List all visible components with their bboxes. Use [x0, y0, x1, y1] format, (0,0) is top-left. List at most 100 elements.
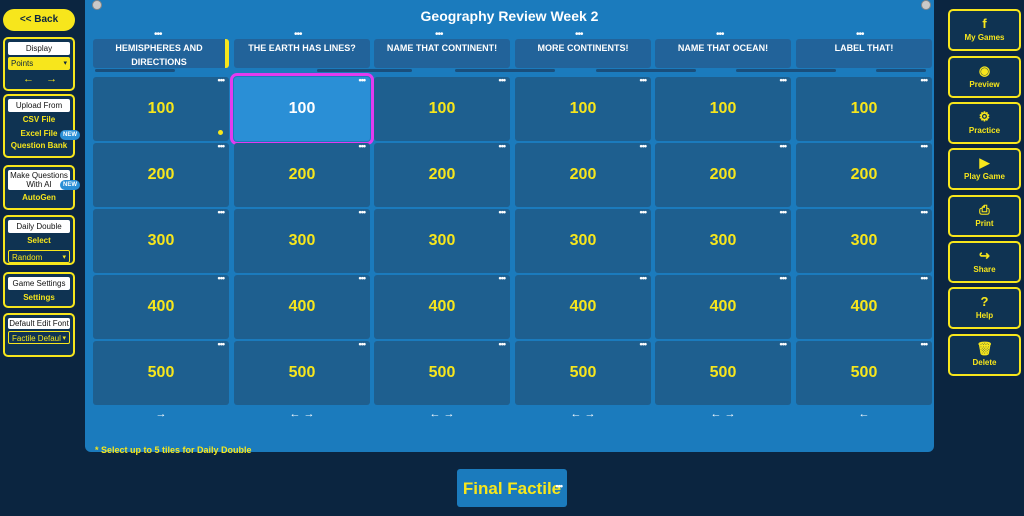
tile[interactable]: 100 •••	[655, 75, 791, 141]
more-icon[interactable]: •••	[218, 75, 226, 85]
tile[interactable]: 100 •••	[515, 75, 651, 141]
more-icon[interactable]: •••	[780, 141, 788, 151]
back-button[interactable]: << Back	[3, 9, 75, 31]
category-menu-icon[interactable]: •••	[856, 30, 864, 40]
preview-button[interactable]: ◉ Preview	[948, 56, 1021, 98]
board-title[interactable]: Geography Review Week 2	[85, 8, 934, 24]
tile[interactable]: 400 •••	[655, 273, 791, 339]
move-column-arrows[interactable]: ← →	[515, 408, 651, 420]
tile[interactable]: 400 •••	[796, 273, 932, 339]
more-icon[interactable]: •••	[499, 273, 507, 283]
more-icon[interactable]: •••	[359, 339, 367, 349]
autogen-link[interactable]: AutoGen NEW	[5, 180, 80, 205]
play-game-button[interactable]: ▶ Play Game	[948, 148, 1021, 190]
category-header[interactable]: HEMISPHERES AND DIRECTIONS	[93, 39, 229, 68]
tile[interactable]: 100 •••	[796, 75, 932, 141]
more-icon[interactable]: •••	[359, 273, 367, 283]
more-icon[interactable]: •••	[218, 141, 226, 151]
more-icon[interactable]: •••	[359, 75, 367, 85]
tile[interactable]: 500 •••	[796, 339, 932, 405]
more-icon[interactable]: •••	[780, 207, 788, 217]
more-icon[interactable]: •••	[499, 339, 507, 349]
more-icon[interactable]: •••	[640, 207, 648, 217]
settings-link[interactable]: Settings	[5, 290, 73, 305]
tile[interactable]: 400 •••	[515, 273, 651, 339]
more-icon[interactable]: •••	[499, 141, 507, 151]
category-header[interactable]: NAME THAT OCEAN!	[655, 39, 791, 68]
tile[interactable]: 200 •••	[655, 141, 791, 207]
move-column-arrows[interactable]: ← →	[234, 408, 370, 420]
move-column-arrows[interactable]: ← →	[374, 408, 510, 420]
more-icon[interactable]: •••	[359, 207, 367, 217]
tile[interactable]: 400 •••	[234, 273, 370, 339]
tile-selected[interactable]: 100 •••	[230, 73, 374, 145]
daily-double-mode-select[interactable]: Random ▾	[8, 250, 70, 263]
csv-file-link[interactable]: CSV File	[5, 112, 73, 127]
practice-button[interactable]: ⚙ Practice	[948, 102, 1021, 144]
move-column-arrows[interactable]: ← →	[655, 408, 791, 420]
tile[interactable]: 500 •••	[374, 339, 510, 405]
delete-button[interactable]: 🗑 Delete	[948, 334, 1021, 376]
more-icon[interactable]: •••	[218, 207, 226, 217]
more-icon[interactable]: •••	[640, 141, 648, 151]
more-icon[interactable]: •••	[640, 339, 648, 349]
tile[interactable]: 300 •••	[234, 207, 370, 273]
final-factile-button[interactable]: Final Factile •••	[457, 469, 567, 507]
tile[interactable]: 100 •••	[93, 75, 229, 141]
tile[interactable]: 500 •••	[515, 339, 651, 405]
more-icon[interactable]: •••	[218, 273, 226, 283]
more-icon[interactable]: •••	[780, 339, 788, 349]
move-column-arrows[interactable]: →	[93, 408, 229, 420]
tile[interactable]: 500 •••	[655, 339, 791, 405]
tile[interactable]: 200 •••	[515, 141, 651, 207]
category-menu-icon[interactable]: •••	[575, 30, 583, 40]
category-menu-icon[interactable]: •••	[294, 30, 302, 40]
category-header[interactable]: MORE CONTINENTS!	[515, 39, 651, 68]
my-games-button[interactable]: f My Games	[948, 9, 1021, 51]
tile[interactable]: 500 •••	[93, 339, 229, 405]
question-bank-link[interactable]: Question Bank NEW	[5, 130, 80, 151]
tile[interactable]: 300 •••	[796, 207, 932, 273]
more-icon[interactable]: •••	[556, 466, 564, 506]
help-button[interactable]: ? Help	[948, 287, 1021, 329]
more-icon[interactable]: •••	[921, 207, 929, 217]
more-icon[interactable]: •••	[640, 273, 648, 283]
tile[interactable]: 200 •••	[93, 141, 229, 207]
more-icon[interactable]: •••	[780, 75, 788, 85]
print-button[interactable]: ⎙ Print	[948, 195, 1021, 237]
more-icon[interactable]: •••	[921, 75, 929, 85]
tile[interactable]: 400 •••	[93, 273, 229, 339]
more-icon[interactable]: •••	[640, 75, 648, 85]
category-header[interactable]: NAME THAT CONTINENT!	[374, 39, 510, 68]
tile[interactable]: 200 •••	[374, 141, 510, 207]
share-button[interactable]: ↪ Share	[948, 241, 1021, 283]
tile[interactable]: 300 •••	[515, 207, 651, 273]
tile[interactable]: 300 •••	[655, 207, 791, 273]
daily-double-select-link[interactable]: Select	[5, 233, 73, 248]
category-menu-icon[interactable]: •••	[435, 30, 443, 40]
more-icon[interactable]: •••	[921, 141, 929, 151]
next-arrow-icon[interactable]: →	[46, 73, 57, 85]
font-select[interactable]: Factile Defaul ▾	[8, 331, 70, 344]
tile[interactable]: 300 •••	[93, 207, 229, 273]
move-column-arrows[interactable]: ←	[796, 408, 932, 420]
tile[interactable]: 400 •••	[374, 273, 510, 339]
more-icon[interactable]: •••	[218, 339, 226, 349]
tile[interactable]: 500 •••	[234, 339, 370, 405]
category-menu-icon[interactable]: •••	[154, 30, 162, 40]
category-header[interactable]: LABEL THAT!	[796, 39, 932, 68]
more-icon[interactable]: •••	[780, 273, 788, 283]
display-select[interactable]: Points ▾	[8, 57, 70, 70]
more-icon[interactable]: •••	[499, 207, 507, 217]
more-icon[interactable]: •••	[499, 75, 507, 85]
category-header[interactable]: THE EARTH HAS LINES?	[234, 39, 370, 68]
tile[interactable]: 200 •••	[796, 141, 932, 207]
prev-arrow-icon[interactable]: ←	[23, 73, 34, 85]
tile[interactable]: 200 •••	[234, 141, 370, 207]
more-icon[interactable]: •••	[359, 141, 367, 151]
more-icon[interactable]: •••	[921, 273, 929, 283]
category-menu-icon[interactable]: •••	[716, 30, 724, 40]
more-icon[interactable]: •••	[921, 339, 929, 349]
tile[interactable]: 100 •••	[374, 75, 510, 141]
tile[interactable]: 300 •••	[374, 207, 510, 273]
